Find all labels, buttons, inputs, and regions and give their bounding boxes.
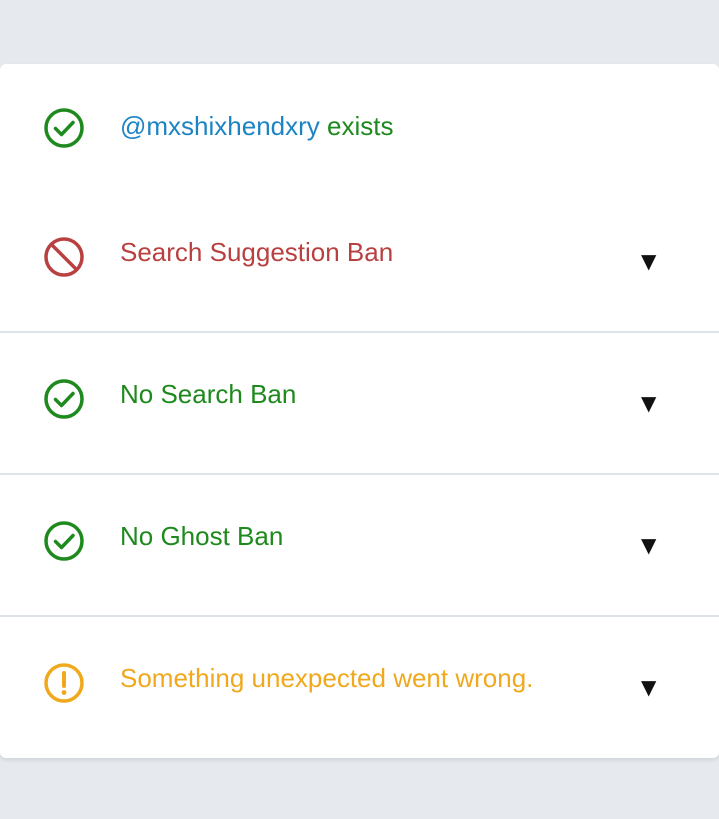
expand-toggle-error[interactable]: ▼ bbox=[641, 677, 656, 697]
exists-label: @mxshixhendxry exists bbox=[120, 111, 393, 141]
expand-toggle-search-ban[interactable]: ▼ bbox=[641, 393, 656, 413]
check-circle-icon bbox=[43, 107, 85, 149]
result-row-error[interactable]: Something unexpected went wrong. ▼ bbox=[0, 615, 719, 758]
search-ban-label: No Search Ban bbox=[120, 379, 297, 409]
results-card: @mxshixhendxry exists Search Suggestion … bbox=[0, 64, 719, 758]
result-row-search-ban[interactable]: No Search Ban ▼ bbox=[0, 331, 719, 473]
exists-text: exists bbox=[319, 111, 394, 141]
ghost-ban-label: No Ghost Ban bbox=[120, 521, 284, 551]
result-row-search-suggestion-ban[interactable]: Search Suggestion Ban ▼ bbox=[0, 194, 719, 331]
search-suggestion-ban-label: Search Suggestion Ban bbox=[120, 237, 394, 267]
username-handle[interactable]: @mxshixhendxry bbox=[120, 111, 320, 141]
error-label: Something unexpected went wrong. bbox=[120, 663, 534, 693]
ban-icon bbox=[43, 236, 85, 278]
expand-toggle-ghost-ban[interactable]: ▼ bbox=[641, 535, 656, 555]
check-circle-icon bbox=[43, 378, 85, 420]
result-row-ghost-ban[interactable]: No Ghost Ban ▼ bbox=[0, 473, 719, 615]
expand-toggle-search-suggestion-ban[interactable]: ▼ bbox=[641, 251, 656, 271]
result-row-exists: @mxshixhendxry exists bbox=[0, 64, 719, 194]
check-circle-icon bbox=[43, 520, 85, 562]
warning-circle-icon bbox=[43, 662, 85, 704]
